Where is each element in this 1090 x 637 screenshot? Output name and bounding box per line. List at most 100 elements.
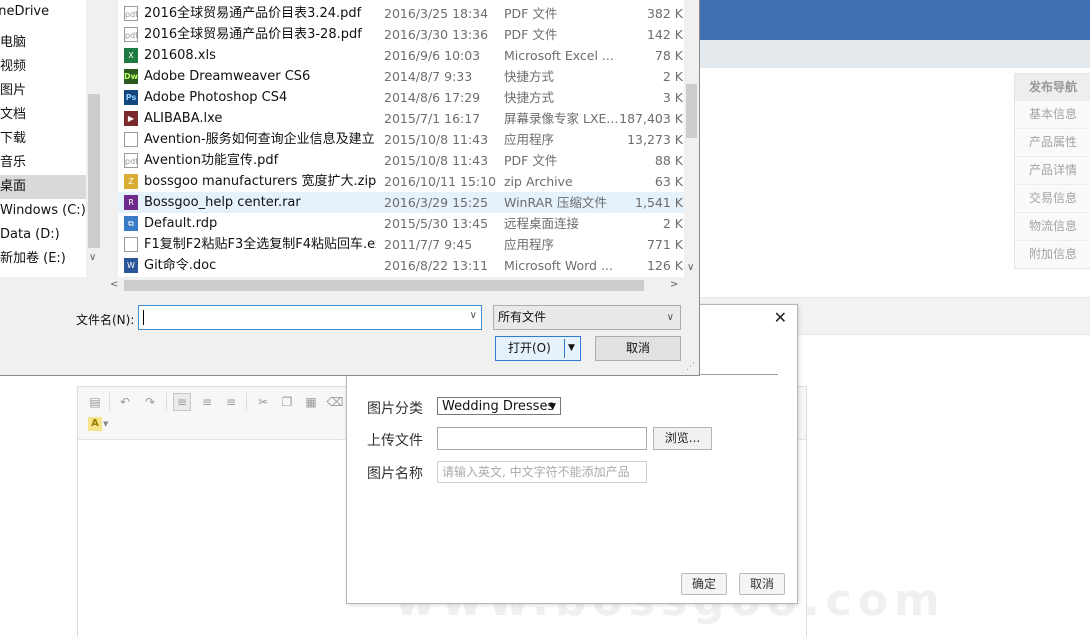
rar-icon: R — [124, 195, 138, 210]
publish-nav-item-logistics[interactable]: 物流信息 — [1015, 212, 1090, 240]
scrollbar-thumb[interactable] — [686, 84, 697, 138]
highlight-color-icon[interactable]: A — [88, 417, 102, 431]
upload-file-input[interactable] — [437, 427, 647, 450]
file-name: 201608.xls — [144, 48, 216, 63]
file-list-horizontal-scrollbar[interactable]: < > — [102, 277, 684, 294]
publish-nav-item-details[interactable]: 产品详情 — [1015, 156, 1090, 184]
filename-input[interactable]: ∨ — [138, 305, 482, 330]
text-cursor — [143, 310, 144, 325]
chevron-down-icon: ▼ — [549, 402, 556, 412]
file-row[interactable]: ▶ ALIBABA.lxe 2015/7/1 16:17 屏幕录像专家 LXE... 1… — [118, 108, 684, 129]
scrollbar-thumb[interactable] — [88, 94, 100, 248]
dreamweaver-icon: Dw — [124, 69, 138, 84]
copy-icon[interactable]: ❐ — [278, 393, 296, 411]
chevron-down-icon: ∨ — [666, 312, 674, 323]
file-row[interactable]: R Bossgoo_help center.rar 2016/3/29 15:25 W… — [118, 192, 684, 213]
file-row[interactable]: ⧉ Default.rdp 2015/5/30 13:45 远程桌面连接 2 K — [118, 213, 684, 234]
scroll-right-icon[interactable]: > — [670, 279, 678, 290]
redo-icon[interactable]: ↷ — [141, 393, 159, 411]
undo-icon[interactable]: ↶ — [116, 393, 134, 411]
nav-item-label: 音乐 — [0, 155, 27, 170]
publish-nav-item-trade[interactable]: 交易信息 — [1015, 184, 1090, 212]
close-icon[interactable]: ✕ — [774, 308, 787, 327]
cancel-button[interactable]: 取消 — [595, 336, 681, 361]
publish-nav-item-basic[interactable]: 基本信息 — [1015, 100, 1090, 128]
upload-cancel-button[interactable]: 取消 — [739, 573, 785, 595]
image-name-input[interactable]: 请输入英文, 中文字符不能添加产品 — [437, 461, 647, 483]
nav-item-desktop[interactable]: 桌面 — [0, 175, 86, 199]
file-row[interactable]: X 201608.xls 2016/9/6 10:03 Microsoft Excel… — [118, 45, 684, 66]
file-row[interactable]: pdf 2016全球贸易通产品价目表3.24.pdf 2016/3/25 18:34… — [118, 3, 684, 24]
nav-item-this-pc[interactable]: 此电脑 — [0, 31, 86, 55]
file-size: 88 K — [654, 153, 683, 168]
split-divider — [564, 339, 565, 358]
nav-item-downloads[interactable]: 下载 — [0, 127, 86, 151]
align-right-icon[interactable]: ≡ — [222, 393, 240, 411]
file-name: bossgoo manufacturers 宽度扩大.zip — [144, 174, 376, 189]
file-name: Adobe Dreamweaver CS6 — [144, 69, 311, 84]
image-category-select[interactable]: Wedding Dresses ▼ — [437, 397, 561, 415]
nav-item-videos[interactable]: 视频 — [0, 55, 86, 79]
file-size: 2 K — [662, 216, 683, 231]
file-date: 2014/8/7 9:33 — [384, 69, 473, 84]
file-date: 2011/7/7 9:45 — [384, 237, 473, 252]
file-date: 2016/10/11 15:10 — [384, 174, 497, 189]
publish-nav-item-extra[interactable]: 附加信息 — [1015, 240, 1090, 268]
pdf-icon: pdf — [124, 6, 138, 21]
nav-item-pictures[interactable]: 图片 — [0, 79, 86, 103]
nav-item-onedrive[interactable]: OneDrive — [0, 0, 86, 24]
file-type: PDF 文件 — [504, 6, 558, 21]
file-list-vertical-scrollbar[interactable]: ∨ — [684, 0, 699, 277]
file-name: Avention-服务如何查询企业信息及建立... — [144, 132, 376, 147]
scroll-left-icon[interactable]: < — [110, 279, 118, 290]
scroll-down-icon[interactable]: ∨ — [89, 252, 96, 263]
nav-item-label: 下载 — [0, 131, 27, 146]
nav-item-label: 新加卷 (E:) — [0, 251, 66, 266]
file-row[interactable]: W Git命令.doc 2016/8/22 13:11 Microsoft Word … — [118, 255, 684, 276]
filetype-select[interactable]: 所有文件 ∨ — [493, 305, 681, 330]
file-name: 2016全球贸易通产品价目表3-28.pdf — [144, 27, 362, 42]
photoshop-icon: Ps — [124, 90, 138, 105]
file-row[interactable]: Zbossgoo manufacturers 宽度扩大.zip 2016/10/1… — [118, 171, 684, 192]
scrollbar-thumb[interactable] — [124, 280, 644, 291]
highlight-color-dropdown-icon[interactable]: ▼ — [103, 420, 108, 428]
chevron-down-icon[interactable]: ▼ — [568, 337, 575, 360]
file-type: 应用程序 — [504, 132, 555, 147]
file-row[interactable]: pdf 2016全球贸易通产品价目表3-28.pdf 2016/3/30 13:36… — [118, 24, 684, 45]
file-type: zip Archive — [504, 174, 573, 189]
file-row[interactable]: F1复制F2粘贴F3全选复制F4粘贴回车.exe 2011/7/7 9:45 应用程… — [118, 234, 684, 255]
open-button[interactable]: 打开(O) ▼ — [495, 336, 581, 361]
file-row[interactable]: Dw Adobe Dreamweaver CS6 2014/8/7 9:33 快捷方式… — [118, 66, 684, 87]
browse-button[interactable]: 浏览... — [653, 427, 712, 450]
file-size: 78 K — [654, 48, 683, 63]
file-row[interactable]: pdf Avention功能宣传.pdf 2015/10/8 11:43 PDF 文件… — [118, 150, 684, 171]
nav-item-documents[interactable]: 文档 — [0, 103, 86, 127]
nav-item-label: 此电脑 — [0, 35, 27, 50]
nav-item-drive-d[interactable]: Data (D:) — [0, 223, 86, 247]
eraser-icon[interactable]: ⌫ — [326, 393, 344, 411]
publish-nav-item-attributes[interactable]: 产品属性 — [1015, 128, 1090, 156]
toolbar-separator — [109, 393, 110, 411]
file-date: 2014/8/6 17:29 — [384, 90, 481, 105]
nav-item-music[interactable]: 音乐 — [0, 151, 86, 175]
nav-item-drive-e[interactable]: 新加卷 (E:) — [0, 247, 86, 271]
file-date: 2016/3/25 18:34 — [384, 6, 489, 21]
file-size: 63 K — [654, 174, 683, 189]
paste-icon[interactable]: ▤ — [86, 393, 104, 411]
confirm-button[interactable]: 确定 — [681, 573, 727, 595]
scroll-down-icon[interactable]: ∨ — [687, 262, 694, 273]
chevron-down-icon[interactable]: ∨ — [470, 310, 477, 321]
resize-grip-icon[interactable]: ⋰ — [686, 362, 695, 372]
file-row[interactable]: Avention-服务如何查询企业信息及建立... 2015/10/8 11:43… — [118, 129, 684, 150]
file-date: 2016/9/6 10:03 — [384, 48, 481, 63]
cut-icon[interactable]: ✂ — [254, 393, 272, 411]
file-row[interactable]: Ps Adobe Photoshop CS4 2014/8/6 17:29 快捷方式 3… — [118, 87, 684, 108]
nav-pane-scrollbar[interactable]: ∨ — [86, 0, 102, 277]
paste-text-icon[interactable]: ▦ — [302, 393, 320, 411]
nav-item-drive-c[interactable]: Windows (C:) — [0, 199, 86, 223]
file-type: PDF 文件 — [504, 27, 558, 42]
align-left-icon[interactable]: ≡ — [173, 393, 191, 411]
file-size: 142 K — [646, 27, 683, 42]
align-center-icon[interactable]: ≡ — [198, 393, 216, 411]
file-type: 远程桌面连接 — [504, 216, 580, 231]
